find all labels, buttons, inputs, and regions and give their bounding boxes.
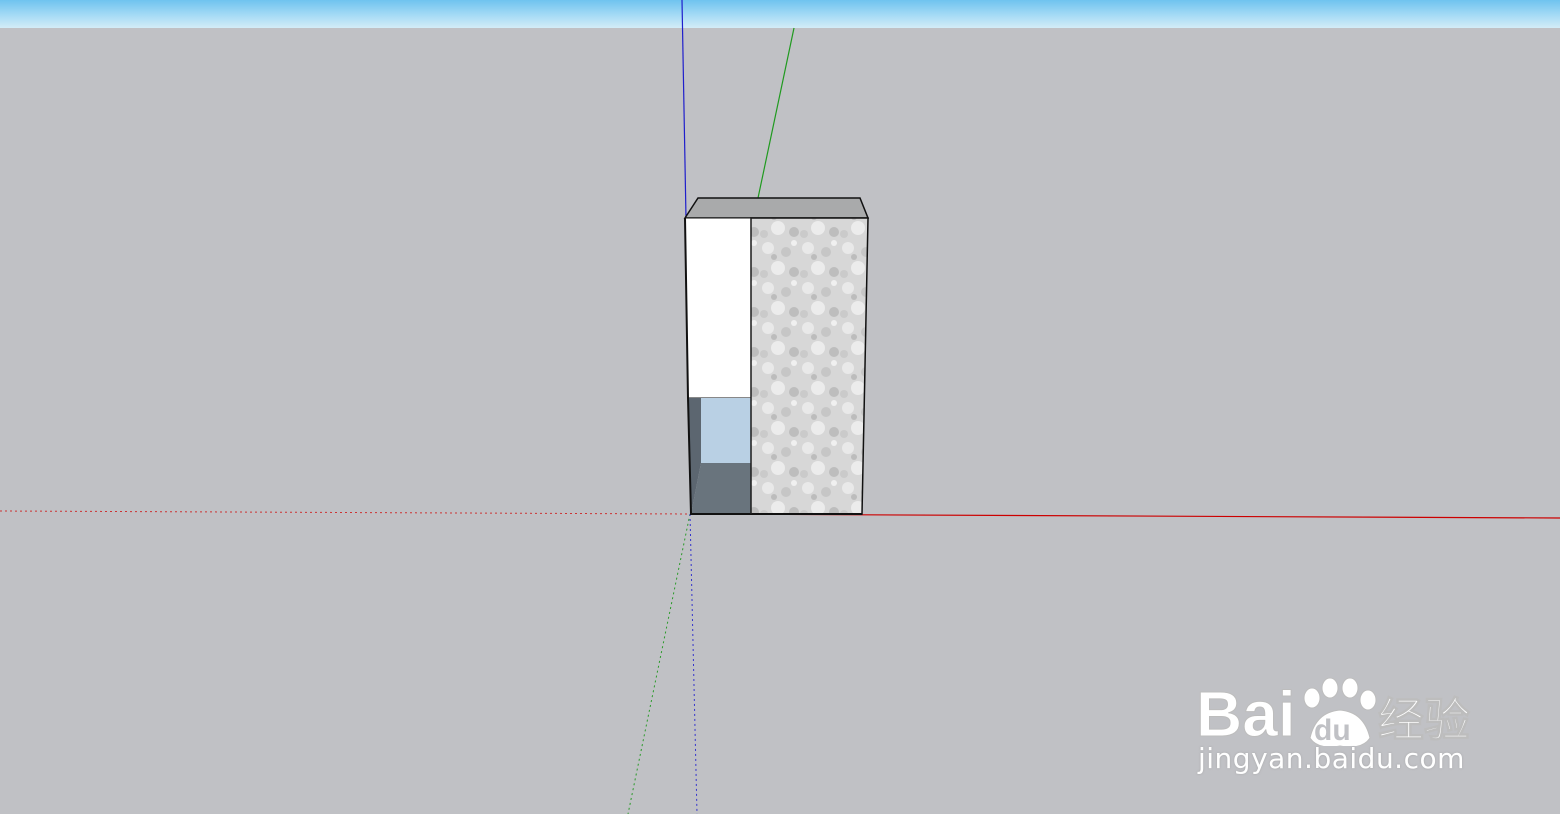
box-textured-face[interactable] <box>750 217 869 515</box>
green-axis-negative <box>627 513 691 814</box>
box-opening-glass[interactable] <box>701 398 751 463</box>
box-top-face[interactable] <box>683 197 870 219</box>
box-front-white-face[interactable] <box>684 217 752 399</box>
3d-viewport[interactable]: Bai du 经验 jingyan.baidu.com <box>0 0 1560 814</box>
green-axis-positive <box>757 27 795 199</box>
box-model[interactable] <box>683 197 870 515</box>
blue-axis-negative <box>689 513 698 814</box>
red-axis-negative <box>0 510 691 515</box>
scene-canvas[interactable] <box>0 0 1560 814</box>
blue-axis-positive <box>681 0 687 219</box>
box-opening-floor-shadow <box>691 463 751 514</box>
